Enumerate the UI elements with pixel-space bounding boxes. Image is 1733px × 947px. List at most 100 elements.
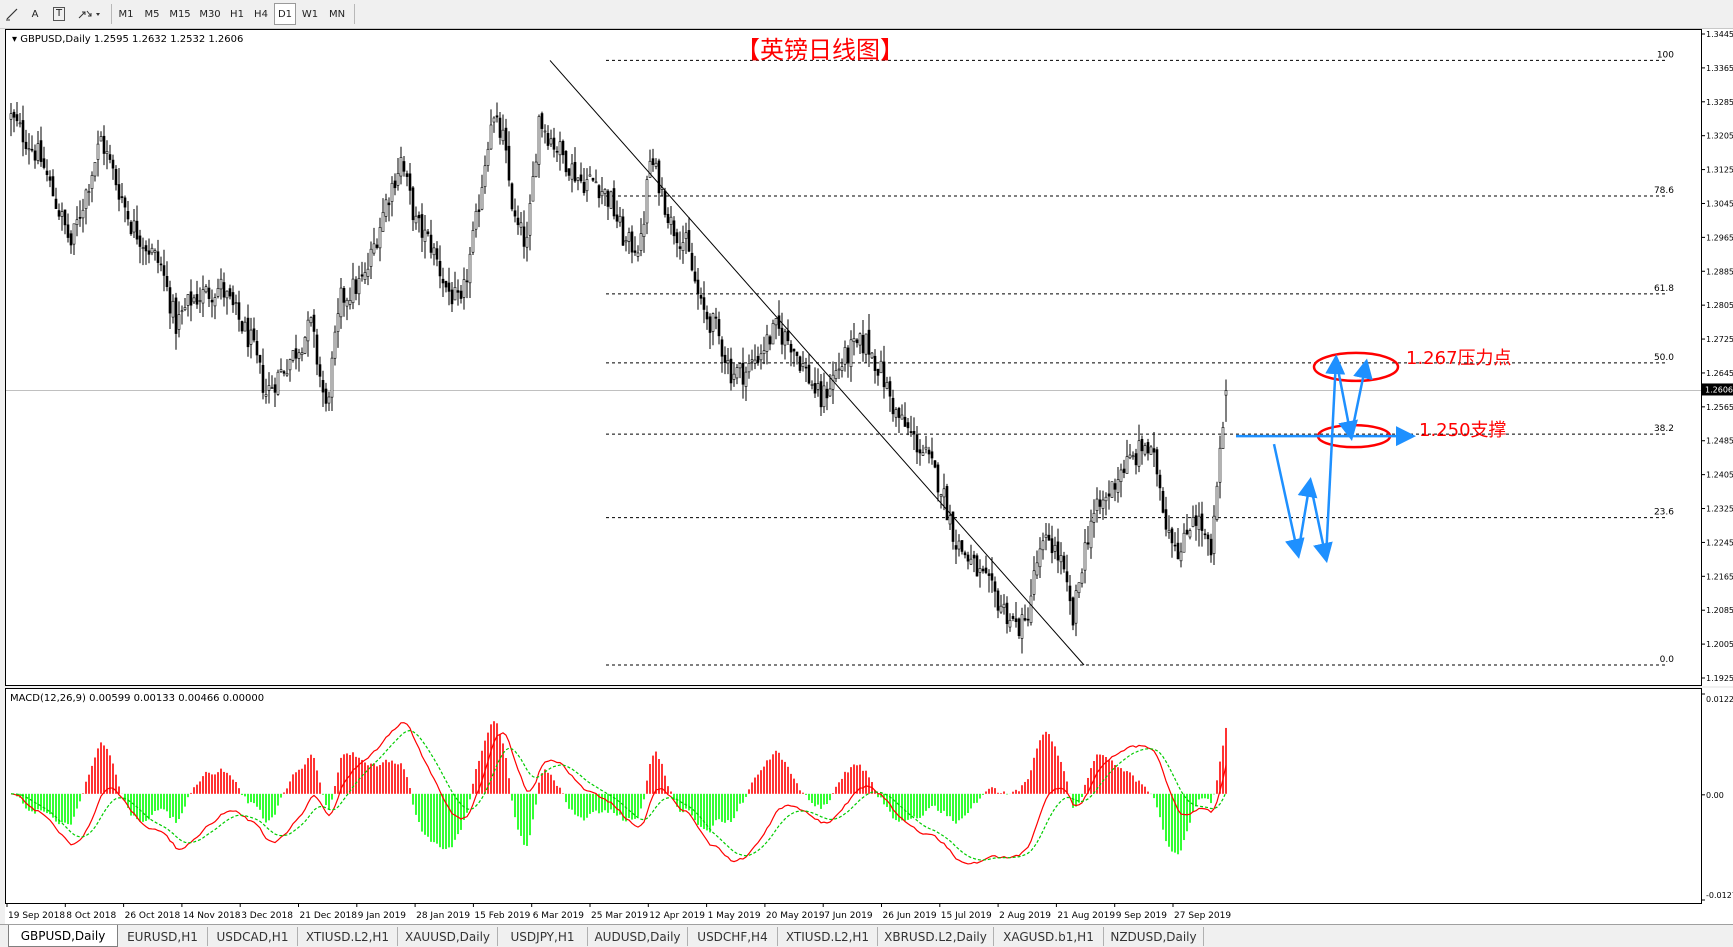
candle[interactable]	[534, 153, 538, 178]
candle[interactable]	[381, 198, 385, 232]
candle[interactable]	[624, 236, 628, 252]
candle[interactable]	[912, 417, 916, 451]
candle[interactable]	[597, 184, 601, 208]
candle[interactable]	[627, 227, 631, 254]
candle[interactable]	[1191, 505, 1195, 528]
candle[interactable]	[777, 300, 781, 336]
candle[interactable]	[408, 163, 412, 205]
candle[interactable]	[9, 102, 13, 137]
candle[interactable]	[639, 218, 643, 257]
candle[interactable]	[579, 162, 583, 184]
candle[interactable]	[963, 550, 967, 559]
candle[interactable]	[231, 285, 235, 313]
candle[interactable]	[507, 131, 511, 187]
candle[interactable]	[720, 336, 724, 373]
candle[interactable]	[1158, 469, 1162, 501]
candle[interactable]	[1179, 542, 1183, 568]
candle[interactable]	[1008, 613, 1012, 632]
candle[interactable]	[99, 131, 103, 142]
candle[interactable]	[585, 168, 589, 202]
candle[interactable]	[1041, 532, 1045, 560]
candle[interactable]	[162, 249, 166, 292]
candle[interactable]	[978, 559, 982, 588]
candle[interactable]	[870, 352, 874, 360]
candle[interactable]	[987, 569, 991, 593]
candle[interactable]	[894, 407, 898, 427]
candle[interactable]	[471, 221, 475, 256]
candle[interactable]	[786, 319, 790, 345]
candle[interactable]	[183, 297, 187, 312]
candle[interactable]	[18, 113, 22, 128]
candle[interactable]	[1056, 528, 1060, 574]
candle[interactable]	[417, 211, 421, 233]
candle[interactable]	[285, 359, 289, 377]
candle[interactable]	[960, 540, 964, 555]
candle[interactable]	[264, 378, 268, 404]
candle[interactable]	[369, 241, 373, 280]
candle[interactable]	[351, 262, 355, 310]
path-arrow[interactable]	[1324, 354, 1346, 559]
candle[interactable]	[876, 368, 880, 386]
candle[interactable]	[297, 348, 301, 372]
candle[interactable]	[1221, 421, 1225, 450]
candle[interactable]	[150, 243, 154, 256]
candle[interactable]	[1005, 596, 1009, 634]
candle[interactable]	[1146, 438, 1150, 461]
candle[interactable]	[1095, 487, 1099, 523]
candle[interactable]	[957, 534, 961, 557]
tab-xauusd-daily[interactable]: XAUUSD,Daily	[398, 927, 498, 946]
candle[interactable]	[129, 220, 133, 236]
candle[interactable]	[1128, 443, 1132, 460]
candle[interactable]	[948, 504, 952, 530]
candle[interactable]	[72, 223, 76, 255]
candle[interactable]	[360, 261, 364, 282]
candle[interactable]	[783, 328, 787, 360]
candle[interactable]	[816, 368, 820, 397]
candle[interactable]	[189, 279, 193, 322]
candle[interactable]	[1014, 601, 1018, 628]
tab-xagusd-b1-h1[interactable]: XAGUSD.b1,H1	[994, 927, 1104, 946]
candle[interactable]	[924, 435, 928, 454]
candle[interactable]	[375, 238, 379, 250]
candle[interactable]	[429, 219, 433, 259]
line-tool-icon[interactable]	[3, 3, 21, 25]
candle[interactable]	[1218, 435, 1222, 499]
candle[interactable]	[108, 144, 112, 164]
candle[interactable]	[873, 349, 877, 384]
candle[interactable]	[252, 317, 256, 343]
candle[interactable]	[396, 157, 400, 191]
candle[interactable]	[822, 372, 826, 413]
candle[interactable]	[867, 314, 871, 368]
candle[interactable]	[51, 169, 55, 197]
candle[interactable]	[498, 111, 502, 145]
candle[interactable]	[996, 588, 1000, 619]
candle[interactable]	[216, 278, 220, 299]
candle[interactable]	[1224, 379, 1228, 422]
candle[interactable]	[228, 284, 232, 300]
candle[interactable]	[1125, 439, 1129, 474]
candle[interactable]	[933, 459, 937, 469]
candle[interactable]	[123, 195, 127, 223]
candle[interactable]	[549, 129, 553, 147]
candle[interactable]	[594, 169, 598, 184]
candle[interactable]	[831, 361, 835, 404]
candle[interactable]	[657, 158, 661, 206]
timeframe-m5-button[interactable]: M5	[140, 3, 164, 25]
candle[interactable]	[849, 330, 853, 382]
candle[interactable]	[762, 336, 766, 365]
candle[interactable]	[582, 168, 586, 196]
candle[interactable]	[678, 231, 682, 260]
candle[interactable]	[411, 185, 415, 232]
candle[interactable]	[387, 197, 391, 222]
candle[interactable]	[525, 221, 529, 262]
candle[interactable]	[219, 268, 223, 300]
candle[interactable]	[1059, 542, 1063, 575]
candle[interactable]	[24, 129, 28, 155]
candle[interactable]	[789, 340, 793, 367]
candle[interactable]	[1029, 579, 1033, 626]
candle[interactable]	[1182, 523, 1186, 553]
candle[interactable]	[699, 287, 703, 305]
candle[interactable]	[336, 298, 340, 348]
candle[interactable]	[1098, 490, 1102, 515]
candle[interactable]	[243, 316, 247, 332]
